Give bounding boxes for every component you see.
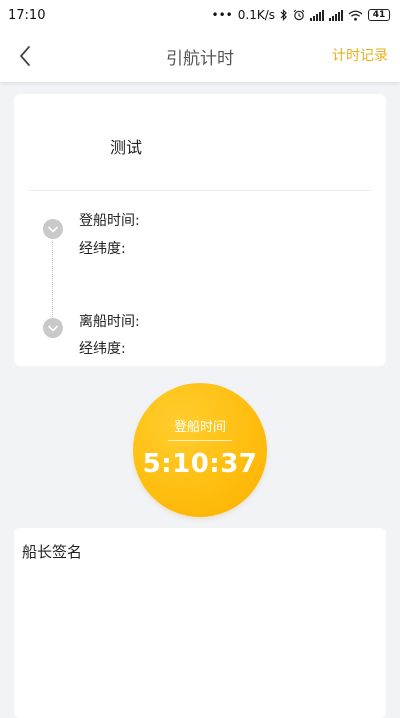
signature-label: 船长签名 <box>22 543 83 561</box>
divider <box>28 190 372 191</box>
chevron-down-icon <box>48 226 58 232</box>
page-title: 引航计时 <box>166 48 234 69</box>
alarm-icon <box>293 9 305 21</box>
pilot-info-card: 测试 登船时间: 经纬度: 离船时间: 经纬度: <box>14 94 386 366</box>
status-time: 17:10 <box>8 7 46 23</box>
wifi-icon <box>348 10 363 21</box>
signal-dots: ••• <box>211 8 233 22</box>
record-name: 测试 <box>110 138 143 157</box>
battery-icon: 41 <box>368 9 390 21</box>
status-icons: ••• 0.1K/s 41 <box>212 8 390 22</box>
bluetooth-icon <box>280 9 287 21</box>
boarding-time-label: 登船时间: <box>79 213 140 229</box>
signal-icon <box>329 9 343 21</box>
status-bar: 17:10 ••• 0.1K/s 41 <box>0 0 400 30</box>
boarding-coords-label: 经纬度: <box>79 241 126 257</box>
leaving-time-row: 离船时间: <box>79 311 144 331</box>
leaving-coords-row: 经纬度: <box>79 338 130 358</box>
timeline-connector <box>52 241 53 321</box>
timer-value: 5:10:37 <box>142 449 258 479</box>
app-header: 引航计时 计时记录 <box>0 30 400 82</box>
captain-signature-card: 船长签名 <box>14 528 386 718</box>
chevron-left-icon <box>20 46 30 66</box>
chevron-down-icon <box>48 325 58 331</box>
boarding-coords-row: 经纬度: <box>79 238 130 258</box>
back-button[interactable] <box>10 40 40 72</box>
signature-pad[interactable] <box>14 568 386 718</box>
boarding-time-row: 登船时间: <box>79 210 144 230</box>
network-speed: 0.1K/s <box>237 8 275 22</box>
timing-records-link[interactable]: 计时记录 <box>332 45 388 65</box>
timer-label: 登船时间 <box>173 420 226 435</box>
signal-icon <box>310 9 324 21</box>
timer-divider <box>168 440 232 441</box>
leaving-coords-label: 经纬度: <box>79 341 126 357</box>
boarding-expand-button[interactable] <box>43 219 63 239</box>
leaving-expand-button[interactable] <box>43 318 63 338</box>
boarding-timer-button[interactable]: 登船时间 5:10:37 <box>133 383 267 517</box>
leaving-time-label: 离船时间: <box>79 314 140 330</box>
